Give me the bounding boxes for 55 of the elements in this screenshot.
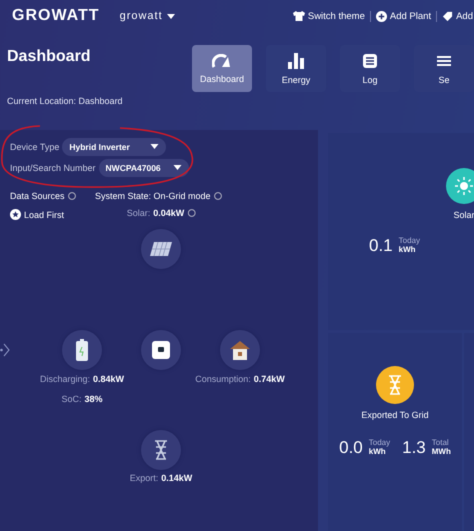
load-first-label: Load First	[10, 209, 64, 220]
account-dropdown[interactable]: growatt	[120, 10, 175, 22]
filter-label: Input/Search Number	[10, 162, 96, 172]
plus-circle-icon	[376, 10, 387, 22]
shirt-icon	[292, 11, 305, 21]
battery-icon	[76, 339, 88, 361]
solar-reading: Solar: 0.04kW	[126, 208, 196, 218]
nav-tab[interactable]: Log	[340, 45, 400, 92]
header-link[interactable]: Add	[442, 10, 473, 22]
export-reading: Export: 0.14kW	[130, 473, 192, 483]
soc-reading: SoC: 38%	[61, 394, 103, 404]
inverter-icon	[152, 341, 170, 359]
logo[interactable]: GROWATT	[12, 7, 100, 25]
header-link[interactable]: Add Plant	[376, 10, 432, 22]
house-icon	[229, 340, 251, 360]
stat-unit: kWh	[368, 448, 387, 457]
page-title: Dashboard	[7, 48, 92, 66]
stat-period: Today	[398, 237, 420, 246]
caret-icon	[150, 144, 159, 149]
chevron-right-icon[interactable]	[0, 342, 10, 358]
caret-icon	[166, 14, 175, 18]
info-icon	[187, 209, 196, 217]
solar-panel-icon	[149, 241, 173, 257]
log-icon	[362, 52, 378, 68]
header-link[interactable]: Switch theme	[292, 10, 365, 22]
stat-period: Total	[432, 439, 450, 448]
system-state: System State: On-Grid mode	[95, 191, 222, 201]
select-field[interactable]: Hybrid Inverter	[62, 138, 166, 156]
card-title: Solar	[453, 210, 474, 220]
breadcrumb: Current Location: Dashboard	[7, 96, 124, 106]
star-icon	[10, 209, 21, 220]
card-title: Exported To Grid	[361, 410, 429, 420]
caret-icon	[172, 165, 182, 170]
tag-icon	[442, 10, 454, 22]
nav-tab[interactable]: Se	[414, 45, 474, 92]
bar-chart-icon	[287, 52, 305, 68]
battery-reading: Discharging: 0.84kW	[40, 374, 124, 384]
nav-tab[interactable]: Energy	[266, 45, 326, 92]
nav-tab[interactable]: Dashboard	[192, 45, 252, 92]
info-icon	[68, 192, 76, 200]
filter-label: Device Type	[10, 142, 60, 152]
stat-unit: MWh	[432, 448, 451, 457]
pylon-icon	[154, 440, 168, 460]
gauge-icon	[212, 54, 232, 68]
data-sources-label: Data Sources	[10, 191, 76, 201]
stat-value: 0.1	[369, 236, 393, 256]
consumption-reading: Consumption: 0.74kW	[195, 374, 285, 384]
pylon-icon	[376, 366, 414, 404]
info-icon	[214, 192, 222, 200]
stat-value: 1.3	[402, 438, 426, 458]
select-field[interactable]: NWCPA47006	[98, 158, 189, 176]
stat-value: 0.0	[339, 438, 363, 458]
stat-unit: kWh	[398, 246, 417, 255]
stat-period: Today	[368, 439, 390, 448]
sun-icon	[446, 168, 474, 204]
